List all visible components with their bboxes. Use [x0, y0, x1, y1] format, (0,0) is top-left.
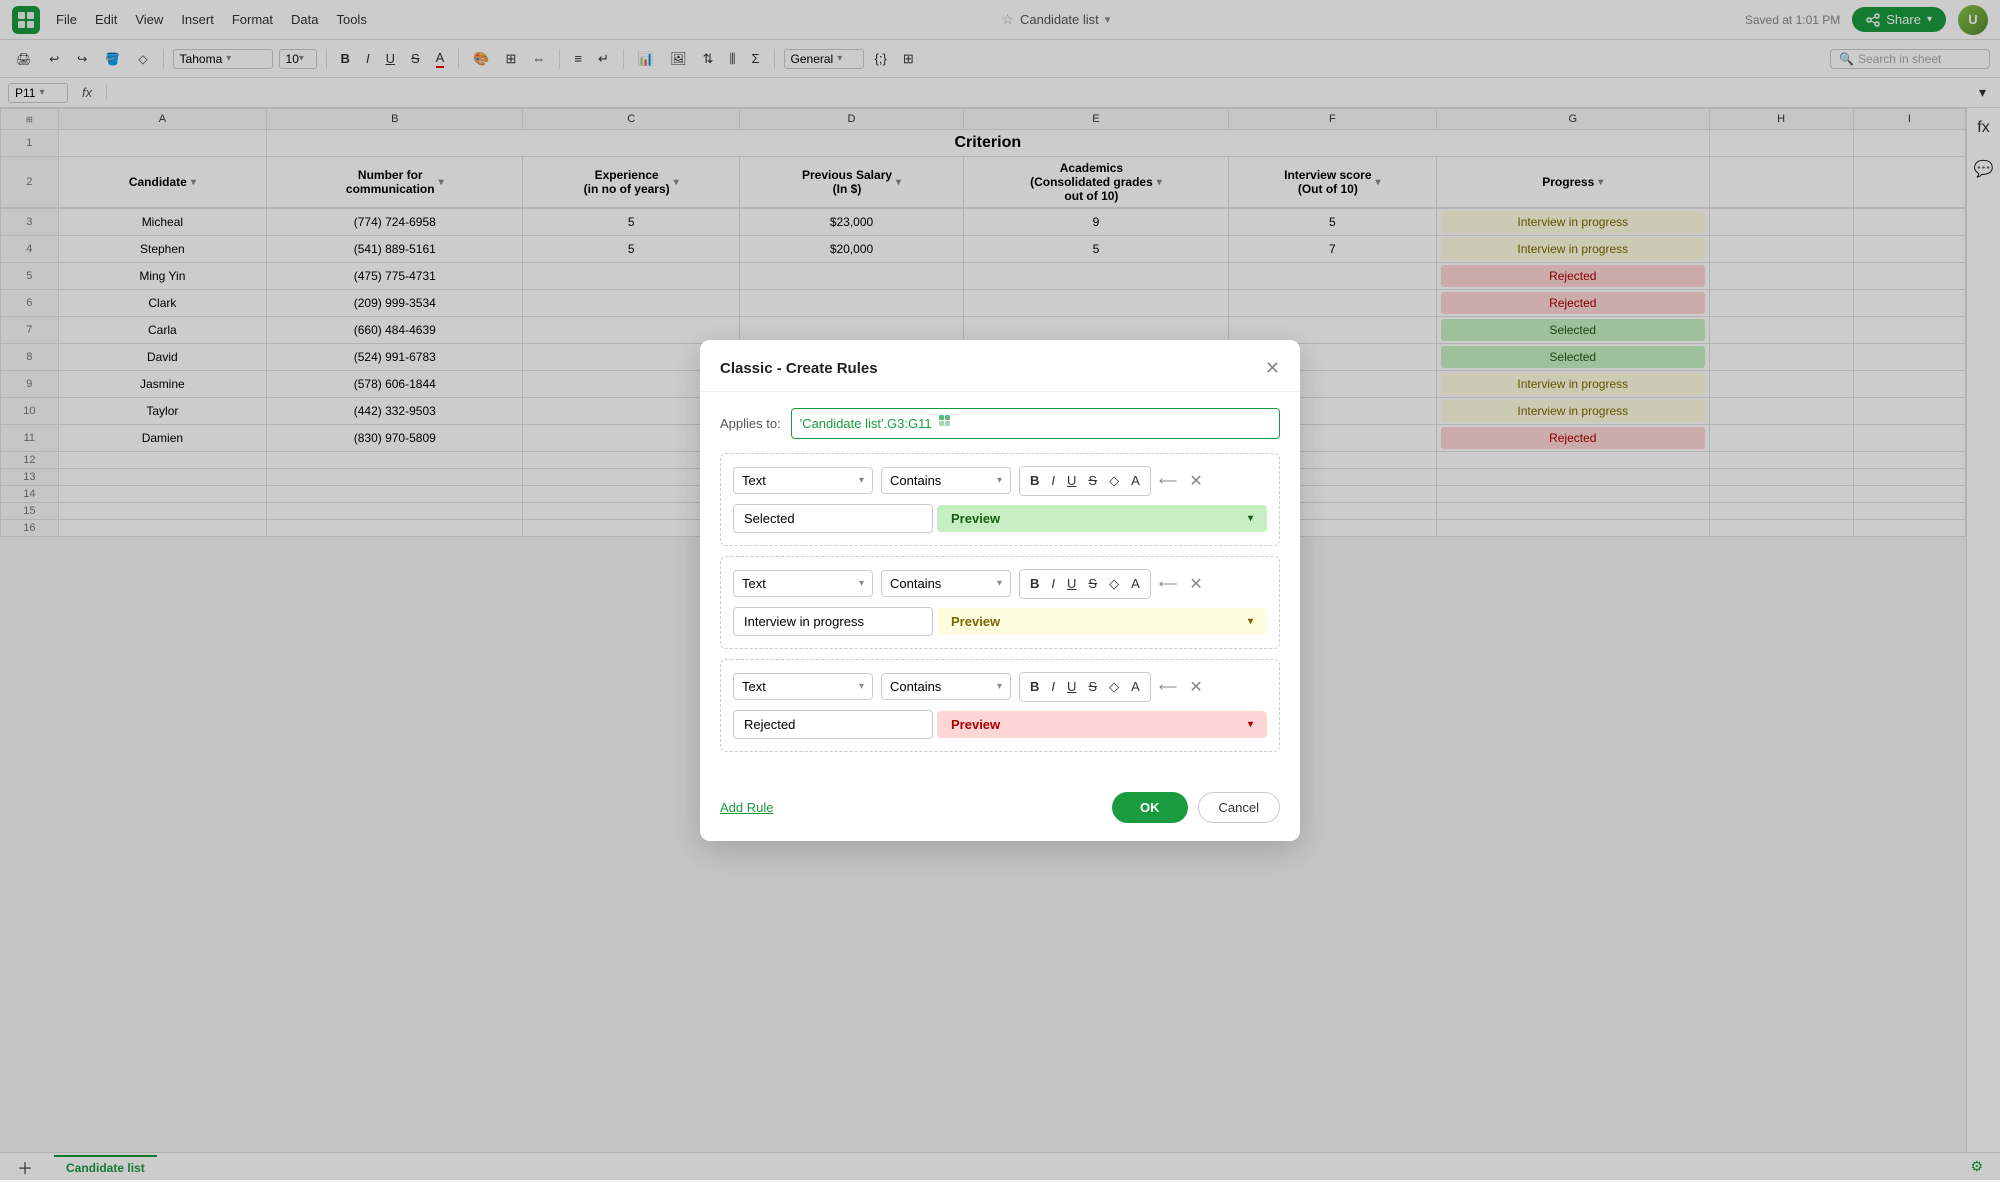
rule-3-strike-btn[interactable]: S	[1084, 677, 1101, 696]
rule-block-2: Text ▾ Contains ▾ B I U S ◇	[720, 556, 1280, 649]
rule-3-preview-box[interactable]: Preview ▾	[937, 711, 1267, 738]
dialog-footer: Add Rule OK Cancel	[700, 778, 1300, 841]
rule-3-text-input[interactable]	[733, 710, 933, 739]
rule-2-italic-btn[interactable]: I	[1047, 574, 1059, 593]
rule-2-remove-btn[interactable]: ✕	[1185, 572, 1206, 596]
rule-2-type-select[interactable]: Text ▾	[733, 570, 873, 597]
rule-2-preview-box[interactable]: Preview ▾	[937, 608, 1267, 635]
rule-3-row1: Text ▾ Contains ▾ B I U S ◇	[733, 672, 1267, 702]
rule-1-italic-btn[interactable]: I	[1047, 471, 1059, 490]
rule-3-erase-btn[interactable]: ⟵	[1159, 679, 1178, 695]
applies-to-label: Applies to:	[720, 416, 781, 431]
rule-3-highlight-btn[interactable]: ◇	[1105, 677, 1123, 697]
rule-2-fontcolor-btn[interactable]: A	[1127, 574, 1144, 593]
rule-1-underline-btn[interactable]: U	[1063, 471, 1080, 490]
rule-block-1: Text ▾ Contains ▾ B I U S ◇	[720, 453, 1280, 546]
rule-2-preview-row: Preview ▾	[733, 607, 1267, 636]
rule-2-strike-btn[interactable]: S	[1084, 574, 1101, 593]
rule-2-highlight-btn[interactable]: ◇	[1105, 574, 1123, 594]
rule-1-preview-row: Preview ▾	[733, 504, 1267, 533]
rule-1-preview-box[interactable]: Preview ▾	[937, 505, 1267, 532]
rule-3-condition-select[interactable]: Contains ▾	[881, 673, 1011, 700]
applies-to-row: Applies to: 'Candidate list'.G3:G11	[720, 408, 1280, 439]
rule-3-remove-btn[interactable]: ✕	[1185, 675, 1206, 699]
rule-3-fontcolor-btn[interactable]: A	[1127, 677, 1144, 696]
rule-1-bold-btn[interactable]: B	[1026, 471, 1043, 490]
dialog-header: Classic - Create Rules ✕	[700, 340, 1300, 392]
rule-1-format-buttons: B I U S ◇ A	[1019, 466, 1151, 496]
rule-1-highlight-btn[interactable]: ◇	[1105, 471, 1123, 491]
cancel-button[interactable]: Cancel	[1198, 792, 1280, 823]
rule-block-3: Text ▾ Contains ▾ B I U S ◇	[720, 659, 1280, 752]
rule-2-text-input[interactable]	[733, 607, 933, 636]
grid-icon	[938, 414, 954, 430]
rule-1-text-input[interactable]	[733, 504, 933, 533]
footer-buttons: OK Cancel	[1112, 792, 1280, 823]
rule-1-type-select[interactable]: Text ▾	[733, 467, 873, 494]
rule-1-remove-btn[interactable]: ✕	[1185, 469, 1206, 493]
applies-to-input[interactable]: 'Candidate list'.G3:G11	[791, 408, 1280, 439]
rule-3-preview-row: Preview ▾	[733, 710, 1267, 739]
rule-2-underline-btn[interactable]: U	[1063, 574, 1080, 593]
app-container: File Edit View Insert Format Data Tools …	[0, 0, 2000, 1180]
rule-1-strike-btn[interactable]: S	[1084, 471, 1101, 490]
applies-to-grid-button[interactable]	[938, 414, 954, 433]
ok-button[interactable]: OK	[1112, 792, 1188, 823]
create-rules-dialog: Classic - Create Rules ✕ Applies to: 'Ca…	[700, 340, 1300, 841]
rule-2-condition-select[interactable]: Contains ▾	[881, 570, 1011, 597]
rule-3-format-buttons: B I U S ◇ A	[1019, 672, 1151, 702]
dialog-body: Applies to: 'Candidate list'.G3:G11	[700, 392, 1300, 778]
rule-2-erase-btn[interactable]: ⟵	[1159, 576, 1178, 592]
rule-1-condition-select[interactable]: Contains ▾	[881, 467, 1011, 494]
rule-3-underline-btn[interactable]: U	[1063, 677, 1080, 696]
dialog-close-button[interactable]: ✕	[1265, 358, 1280, 379]
rule-1-fontcolor-btn[interactable]: A	[1127, 471, 1144, 490]
rule-2-row1: Text ▾ Contains ▾ B I U S ◇	[733, 569, 1267, 599]
dialog-title: Classic - Create Rules	[720, 360, 878, 377]
rule-2-format-buttons: B I U S ◇ A	[1019, 569, 1151, 599]
rule-3-bold-btn[interactable]: B	[1026, 677, 1043, 696]
add-rule-button[interactable]: Add Rule	[720, 800, 773, 815]
dialog-overlay: Classic - Create Rules ✕ Applies to: 'Ca…	[0, 0, 2000, 1180]
rule-1-row1: Text ▾ Contains ▾ B I U S ◇	[733, 466, 1267, 496]
rule-1-erase-btn[interactable]: ⟵	[1159, 473, 1178, 489]
rule-2-bold-btn[interactable]: B	[1026, 574, 1043, 593]
rule-3-type-select[interactable]: Text ▾	[733, 673, 873, 700]
rule-3-italic-btn[interactable]: I	[1047, 677, 1059, 696]
